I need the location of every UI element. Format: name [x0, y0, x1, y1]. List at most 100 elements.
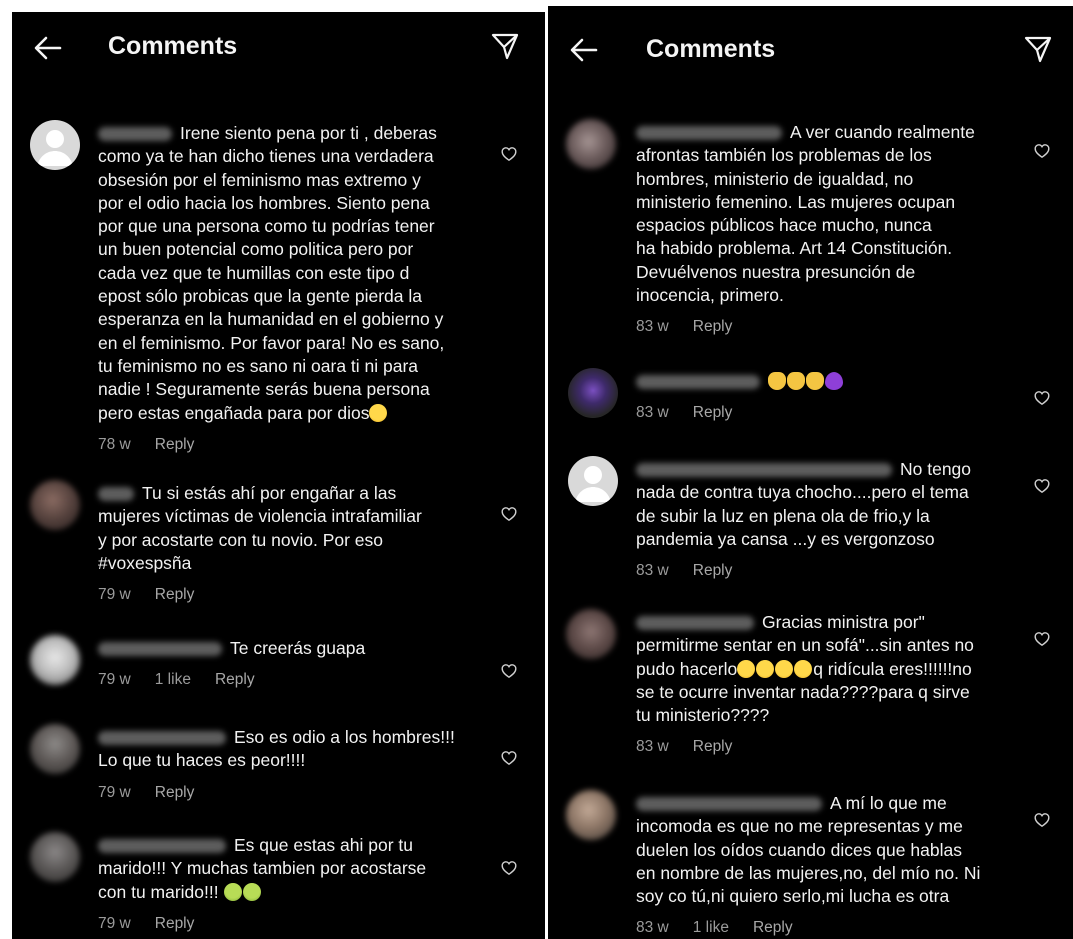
- send-icon[interactable]: [490, 31, 520, 61]
- heart-outline-icon[interactable]: [501, 750, 517, 766]
- comment-text: afrontas también los problemas de los: [636, 145, 932, 166]
- comment-text: A mí lo que me: [830, 793, 947, 813]
- reply-button[interactable]: Reply: [155, 433, 195, 456]
- comment-time: 79 w: [98, 671, 131, 689]
- page-title: Comments: [646, 35, 776, 63]
- comment-time: 79 w: [98, 914, 131, 932]
- comment-meta: 79 w 1 like Reply: [98, 668, 365, 688]
- like-count[interactable]: 1 like: [155, 668, 191, 691]
- tears-of-joy-emoji-icon: [756, 659, 775, 678]
- reply-button[interactable]: Reply: [215, 668, 255, 691]
- send-icon[interactable]: [1023, 34, 1053, 64]
- heart-outline-icon[interactable]: [1034, 631, 1050, 647]
- tears-of-joy-emoji-icon: [775, 659, 794, 678]
- heart-outline-icon[interactable]: [501, 146, 517, 162]
- comment-text: pero estas engañada para por dios: [98, 402, 370, 423]
- username-blurred[interactable]: [636, 616, 754, 631]
- reply-button[interactable]: Reply: [753, 916, 793, 939]
- avatar[interactable]: [568, 456, 618, 506]
- heart-outline-icon[interactable]: [501, 860, 517, 876]
- avatar[interactable]: [30, 120, 80, 170]
- comment-text: por que una persona como tu podrías tene…: [98, 216, 435, 237]
- reply-button[interactable]: Reply: [693, 401, 733, 424]
- username-blurred[interactable]: [636, 375, 760, 390]
- heart-outline-icon[interactable]: [1034, 390, 1050, 406]
- avatar[interactable]: [566, 790, 616, 840]
- comment-meta: 79 w Reply: [98, 781, 455, 801]
- like-count[interactable]: 1 like: [693, 916, 729, 939]
- comment-text: un buen potencial como politica pero por: [98, 239, 414, 260]
- comment-time: 83 w: [636, 738, 669, 756]
- avatar[interactable]: [30, 724, 80, 774]
- comment-meta: 79 w Reply: [98, 912, 426, 932]
- comment-text: ha habido problema. Art 14 Constitución.: [636, 238, 953, 259]
- heart-outline-icon[interactable]: [1034, 812, 1050, 828]
- reply-button[interactable]: Reply: [693, 559, 733, 582]
- comment-body: Es que estas ahi por tu marido!!! Y much…: [98, 834, 426, 932]
- comment-text: tu feminismo no es sano ni oara ti ni pa…: [98, 355, 419, 376]
- comment-body: Tu si estás ahí por engañar a las mujere…: [98, 482, 422, 603]
- comment-text: Devuélvenos nuestra presunción de: [636, 261, 916, 282]
- comment-meta: 83 w 1 like Reply: [636, 916, 980, 936]
- avatar[interactable]: [568, 368, 618, 418]
- comment-meta: 83 w Reply: [636, 735, 974, 755]
- comment-text: espacios públicos hace mucho, nunca: [636, 215, 932, 236]
- avatar[interactable]: [566, 609, 616, 659]
- comment-body: Irene siento pena por ti , deberas como …: [98, 122, 444, 453]
- comment-meta: 83 w Reply: [636, 559, 971, 579]
- comment-body: No tengo nada de contra tuya chocho....p…: [636, 458, 971, 579]
- avatar[interactable]: [30, 832, 80, 882]
- comment-text: en el feminismo. Por favor para! No es s…: [98, 332, 445, 353]
- comment-text: Lo que tu haces es peor!!!!: [98, 750, 306, 771]
- reply-button[interactable]: Reply: [155, 781, 195, 804]
- back-arrow-icon[interactable]: [32, 32, 64, 64]
- avatar[interactable]: [566, 119, 616, 169]
- heart-outline-icon[interactable]: [1034, 478, 1050, 494]
- comment-text: y por acostarte con tu novio. Por eso: [98, 529, 384, 550]
- username-blurred[interactable]: [636, 126, 782, 141]
- comment-meta: 83 w Reply: [636, 401, 844, 421]
- heart-outline-icon[interactable]: [1034, 143, 1050, 159]
- username-blurred[interactable]: [98, 731, 226, 746]
- comment-text: Es que estas ahi por tu: [234, 835, 413, 855]
- comment-text: Gracias ministra por": [762, 612, 925, 632]
- username-blurred[interactable]: [636, 463, 892, 478]
- reply-button[interactable]: Reply: [693, 315, 733, 338]
- comment-text: nada de contra tuya chocho....pero el te…: [636, 482, 969, 503]
- comment-body: A mí lo que me incomoda es que no me rep…: [636, 792, 980, 936]
- comment-text: Tu si estás ahí por engañar a las: [142, 483, 397, 503]
- reply-button[interactable]: Reply: [693, 735, 733, 758]
- comment-time: 83 w: [636, 562, 669, 580]
- nauseated-face-emoji-icon: [242, 882, 261, 901]
- comment-text: permitirme sentar en un sofá"...sin ante…: [636, 635, 974, 656]
- reply-button[interactable]: Reply: [155, 912, 195, 935]
- comments-header: Comments: [12, 12, 545, 82]
- heart-outline-icon[interactable]: [501, 506, 517, 522]
- comment-text: en nombre de las mujeres,no, del mío no.…: [636, 862, 981, 883]
- comment-text: #voxespsña: [98, 552, 192, 573]
- comment-text: hombres, ministerio de igualdad, no: [636, 168, 914, 189]
- tears-of-joy-emoji-icon: [794, 659, 813, 678]
- username-blurred[interactable]: [98, 127, 172, 142]
- comment-time: 79 w: [98, 586, 131, 604]
- comment-text: duelen los oídos cuando dices que hablas: [636, 839, 962, 860]
- comment-body: Te creerás guapa 79 w 1 like Reply: [98, 637, 365, 688]
- comment-text: marido!!! Y muchas tambien por acostarse: [98, 858, 427, 879]
- username-blurred[interactable]: [636, 797, 822, 812]
- username-blurred[interactable]: [98, 839, 226, 854]
- page-title: Comments: [108, 32, 238, 60]
- comment-meta: 78 w Reply: [98, 433, 444, 453]
- comment-text: inocencia, primero.: [636, 285, 784, 306]
- comment-text: se te ocurre inventar nada????para q sir…: [636, 681, 970, 702]
- username-blurred[interactable]: [98, 642, 222, 657]
- comment-time: 83 w: [636, 318, 669, 336]
- avatar[interactable]: [30, 480, 80, 530]
- avatar[interactable]: [30, 635, 80, 685]
- back-arrow-icon[interactable]: [568, 34, 600, 66]
- comment-text: mujeres víctimas de violencia intrafamil…: [98, 506, 422, 527]
- clapping-hands-emoji-icon: [768, 372, 786, 390]
- heart-outline-icon[interactable]: [501, 663, 517, 679]
- reply-button[interactable]: Reply: [155, 583, 195, 606]
- username-blurred[interactable]: [98, 487, 134, 502]
- comment-text: esperanza en la humanidad en el gobierno…: [98, 309, 444, 330]
